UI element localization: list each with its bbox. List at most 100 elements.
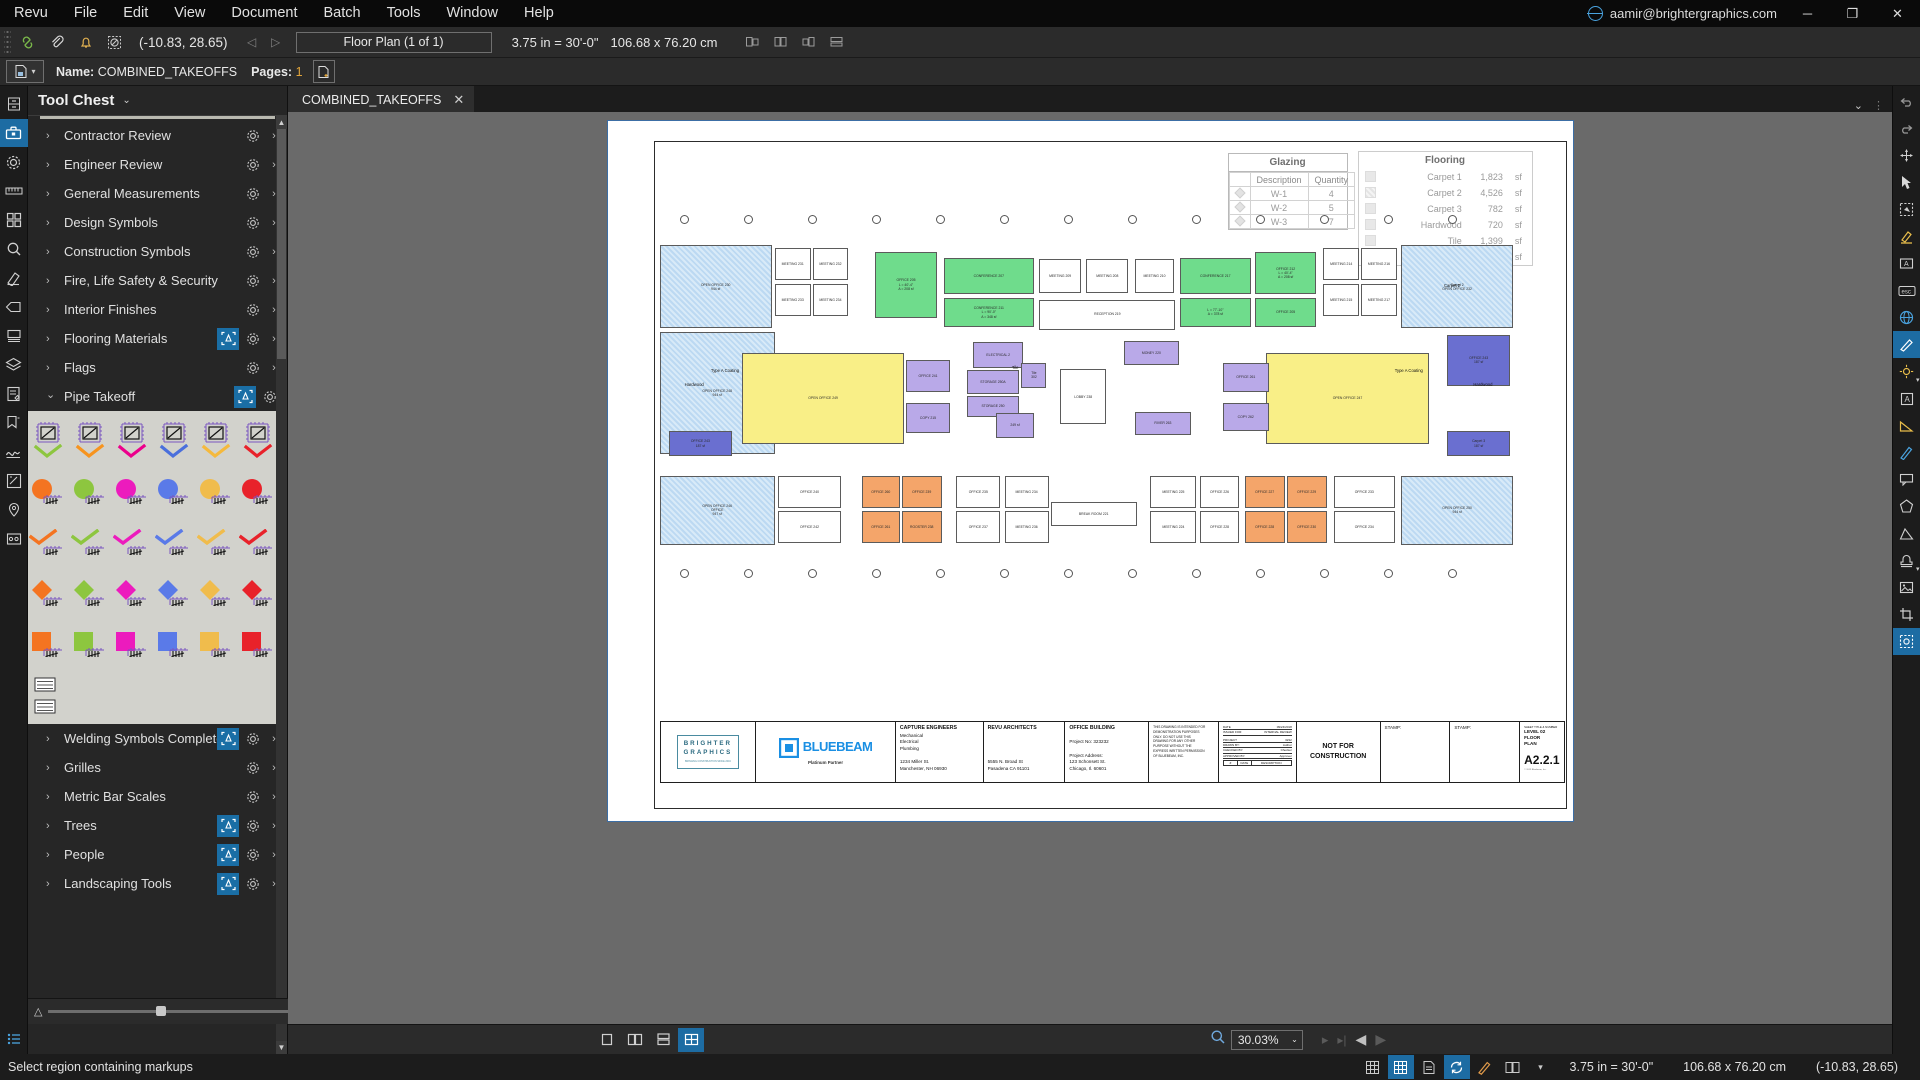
visual-search-icon[interactable]	[217, 843, 239, 866]
pen-markup-icon[interactable]	[1892, 331, 1920, 358]
floor-plan-room[interactable]: MEETING 217	[1361, 283, 1397, 316]
floor-plan-room[interactable]: MEETING 233	[774, 283, 811, 316]
floor-plan-room[interactable]: OFFICE 212 L = 40'-4" A = 208 sf	[1255, 251, 1317, 295]
pipe-square-green[interactable]	[70, 623, 112, 670]
chevron-right-icon[interactable]: ›	[46, 362, 50, 374]
floor-plan-room[interactable]: MEETING 224	[1150, 510, 1197, 543]
tool-group-pipe-takeoff[interactable]: ⌄ Pipe Takeoff	[28, 382, 287, 411]
pipe-count-check-green[interactable]	[28, 419, 70, 466]
undo-icon[interactable]	[1893, 88, 1920, 115]
tab-overflow-icon[interactable]: ⋮	[1873, 99, 1884, 112]
menu-item-edit[interactable]: Edit	[110, 0, 161, 27]
title-block[interactable]: BRIGHTER GRAPHICS BRINGING CONSTRUCTION …	[659, 721, 1565, 783]
floor-plan-room[interactable]: OFFICE 230	[1286, 510, 1327, 543]
floor-plan-room[interactable]: Tile 302	[1021, 362, 1047, 389]
floor-plan-room[interactable]: MEETING 234	[1004, 475, 1049, 508]
tool-group-fire-life-safety-security[interactable]: › Fire, Life Safety & Security ›	[28, 266, 287, 295]
floor-plan-room[interactable]: COPY 262	[1222, 403, 1269, 431]
next-page-button[interactable]: ▷	[264, 30, 288, 54]
previous-page-button[interactable]: ◁	[240, 30, 264, 54]
align-left-icon[interactable]	[740, 30, 766, 54]
pipe-square-blue[interactable]	[154, 623, 196, 670]
floor-plan-room[interactable]: MEETING 234	[812, 283, 849, 316]
pipe-diamond-blue[interactable]	[154, 572, 196, 619]
pdf-viewport[interactable]: Glazing Description Quantity W-1 4 W-2 5…	[288, 112, 1892, 1024]
pan-icon[interactable]	[1893, 142, 1920, 169]
tool-group-construction-symbols[interactable]: › Construction Symbols ›	[28, 237, 287, 266]
menu-item-window[interactable]: Window	[433, 0, 511, 27]
no-markup-icon[interactable]	[100, 29, 129, 56]
text-tool-icon[interactable]: A	[1893, 385, 1920, 412]
visual-search-icon[interactable]	[217, 814, 239, 837]
pipe-check-green[interactable]	[70, 521, 112, 568]
floor-plan-room[interactable]: OFFICE 239	[901, 475, 942, 508]
visual-search-icon[interactable]	[217, 872, 239, 895]
redo-icon[interactable]	[1893, 115, 1920, 142]
highlight-icon[interactable]	[1893, 223, 1920, 250]
chevron-right-icon[interactable]: ›	[46, 246, 50, 258]
tool-group-interior-finishes[interactable]: › Interior Finishes ›	[28, 295, 287, 324]
gear-icon[interactable]	[242, 299, 264, 321]
text-box-icon[interactable]: A	[1893, 250, 1920, 277]
floor-plan-room[interactable]: RIVER 263	[1134, 411, 1192, 436]
floor-plan-room[interactable]: CONFERENCE 207	[943, 258, 1034, 295]
floor-plan-room[interactable]: OFFICE 234	[1333, 510, 1395, 543]
floor-plan-room[interactable]: MEETING 231	[774, 248, 811, 281]
floor-plan-room[interactable]: MEETING 215	[1323, 283, 1360, 316]
close-button[interactable]: ✕	[1875, 0, 1920, 27]
scrollbar-thumb[interactable]	[277, 129, 286, 359]
tool-group-flags[interactable]: › Flags ›	[28, 353, 287, 382]
pipe-count-check-red[interactable]	[238, 419, 280, 466]
pin-icon[interactable]	[0, 496, 28, 524]
snapshot-icon[interactable]	[1892, 628, 1920, 655]
tool-group-welding-symbols-complete[interactable]: › Welding Symbols Complete ›	[28, 724, 287, 753]
studio-icon[interactable]	[0, 525, 28, 553]
menu-item-help[interactable]: Help	[511, 0, 567, 27]
search-icon[interactable]	[0, 235, 28, 263]
chevron-right-icon[interactable]: ›	[46, 878, 50, 890]
floor-plan-annotation[interactable]: Hardwood	[1473, 382, 1492, 387]
page-selector[interactable]: Floor Plan (1 of 1)	[295, 31, 492, 53]
floor-plan-room[interactable]: L = 77'-10" A = 378 sf	[1179, 297, 1251, 328]
align-center-icon[interactable]	[768, 30, 794, 54]
tool-group-grilles[interactable]: › Grilles ›	[28, 753, 287, 782]
icon-size-slider[interactable]	[48, 1006, 293, 1016]
esc-icon[interactable]: esc	[1893, 277, 1920, 304]
pipe-dot-green[interactable]	[70, 470, 112, 517]
gear-icon[interactable]	[242, 183, 264, 205]
tool-group-flooring-materials[interactable]: › Flooring Materials ›	[28, 324, 287, 353]
chevron-right-icon[interactable]: ›	[46, 304, 50, 316]
gear-icon[interactable]	[242, 873, 264, 895]
snapshot-region-icon[interactable]	[1893, 196, 1920, 223]
forward-step-icon[interactable]: ▶	[1375, 1031, 1386, 1048]
floor-plan-room[interactable]: MEETING 232	[812, 248, 849, 281]
menu-item-document[interactable]: Document	[218, 0, 310, 27]
chevron-down-icon[interactable]: ⌄	[122, 95, 130, 106]
bell-icon[interactable]	[71, 29, 100, 56]
file-cabinet-icon[interactable]	[0, 90, 28, 118]
chevron-right-icon[interactable]: ›	[46, 130, 50, 142]
toolbox-icon[interactable]	[0, 119, 28, 147]
gear-icon[interactable]	[242, 154, 264, 176]
chevron-right-icon[interactable]: ›	[46, 188, 50, 200]
floor-plan-room[interactable]: OPEN OFFICE 250 944 sf	[1400, 475, 1514, 545]
thumbnails-icon[interactable]	[0, 206, 28, 234]
floor-plan-room[interactable]: OFFICE 233	[1333, 475, 1395, 508]
scale-tool-icon[interactable]	[34, 696, 76, 718]
gear-icon[interactable]	[242, 241, 264, 263]
floor-plan-room[interactable]: CONFERENCE 217	[1179, 258, 1251, 295]
sets-icon[interactable]	[0, 322, 28, 350]
gear-icon[interactable]	[242, 757, 264, 779]
floor-plan-room[interactable]: OFFICE 227	[1244, 475, 1285, 508]
tool-group-contractor-review[interactable]: › Contractor Review ›	[28, 121, 287, 150]
floor-plan-room[interactable]: OPEN OFFICE 249	[742, 353, 904, 444]
floor-plan-room[interactable]: OPEN OFFICE 230 944 sf	[659, 245, 772, 329]
floor-plan-room[interactable]: OFFICE 205 L = 40'-4" A = 208 sf	[874, 251, 938, 318]
chevron-right-icon[interactable]: ›	[46, 820, 50, 832]
gear-icon[interactable]	[242, 728, 264, 750]
gear-icon[interactable]	[242, 328, 264, 350]
select-arrow-icon[interactable]	[1893, 169, 1920, 196]
back-step-icon[interactable]: ◀	[1356, 1031, 1367, 1048]
ruler-icon[interactable]	[0, 177, 28, 205]
chevron-down-icon[interactable]: ⌄	[46, 388, 55, 401]
